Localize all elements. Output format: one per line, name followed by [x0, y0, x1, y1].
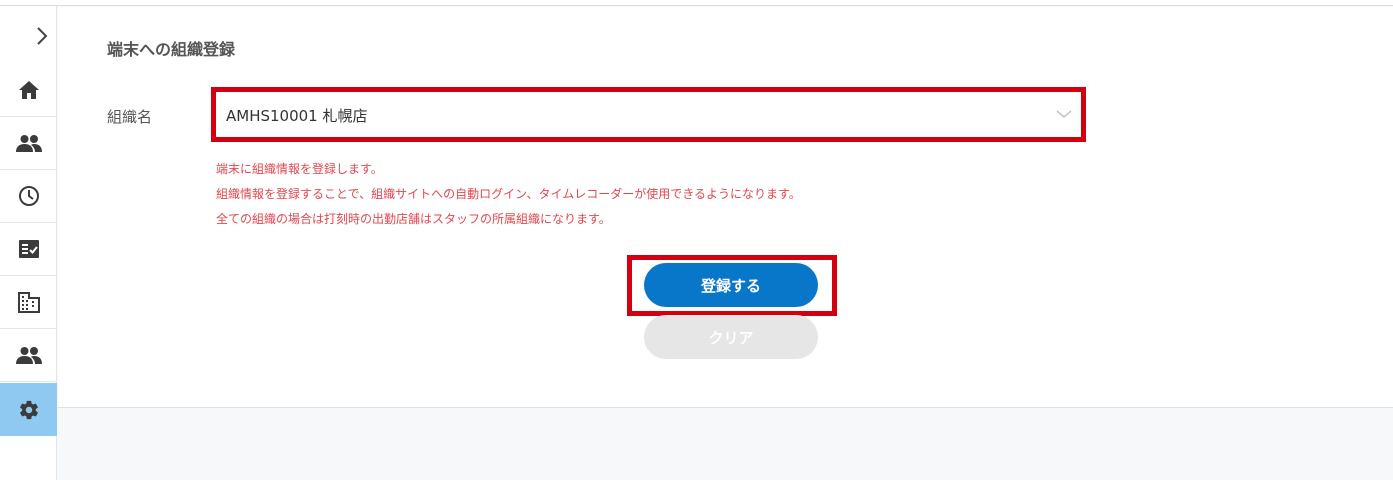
org-name-label: 組織名 [107, 108, 153, 126]
sidebar-toggle-button[interactable] [0, 14, 57, 58]
people-icon [15, 135, 42, 152]
sidebar-item-organization[interactable] [0, 276, 57, 329]
note-line: 端末に組織情報を登録します。 [216, 162, 383, 176]
sidebar-item-users[interactable] [0, 329, 57, 382]
chevron-right-icon [37, 27, 48, 45]
registration-notes: 端末に組織情報を登録します。 組織情報を登録することで、組織サイトへの自動ログイ… [216, 157, 801, 232]
home-icon [18, 81, 39, 99]
gear-icon [19, 400, 38, 419]
note-line: 全ての組織の場合は打刻時の出勤店舗はスタッフの所属組織になります。 [216, 212, 611, 226]
sidebar-item-attendance[interactable] [0, 170, 57, 223]
register-button[interactable]: 登録する [644, 263, 818, 307]
org-select[interactable]: AMHS10001 札幌店 [222, 97, 1075, 133]
clear-button[interactable]: クリア [644, 315, 818, 359]
top-border [0, 0, 1393, 6]
org-select-value: AMHS10001 札幌店 [226, 106, 368, 125]
page-title: 端末への組織登録 [107, 40, 236, 59]
sidebar-item-tasks[interactable] [0, 223, 57, 276]
note-line: 組織情報を登録することで、組織サイトへの自動ログイン、タイムレコーダーが使用でき… [216, 187, 801, 201]
sidebar-item-settings[interactable] [0, 383, 57, 436]
sidebar-item-home[interactable] [0, 64, 57, 117]
sidebar [0, 6, 57, 480]
chevron-down-icon [1056, 110, 1072, 118]
org-registration-panel: 端末への組織登録 組織名 AMHS10001 札幌店 端末に組織情報を登録します… [58, 7, 1393, 408]
people-icon [15, 347, 42, 364]
building-icon [17, 292, 40, 313]
sidebar-item-staff[interactable] [0, 117, 57, 170]
checklist-icon [18, 240, 39, 258]
clock-icon [18, 186, 39, 206]
